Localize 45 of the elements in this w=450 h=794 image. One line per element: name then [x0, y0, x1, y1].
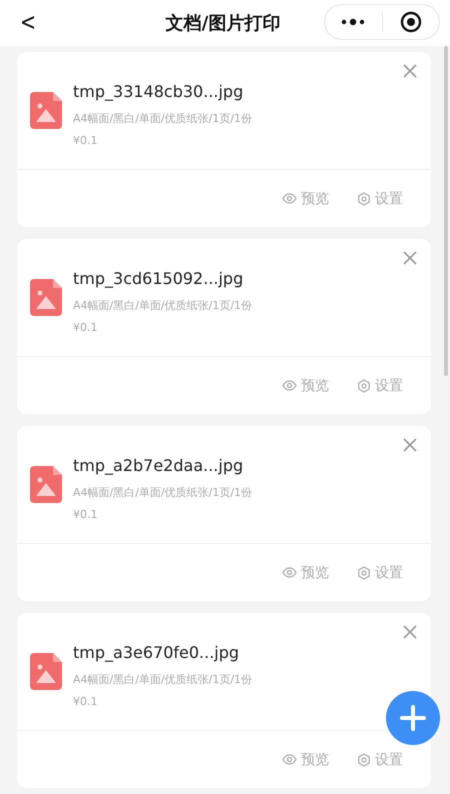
plus-icon [399, 704, 427, 732]
price: ¥0.1 [73, 508, 98, 521]
image-file-icon [30, 92, 62, 129]
image-file-icon [30, 279, 62, 316]
close-button[interactable] [401, 249, 419, 267]
print-settings-summary: A4幅面/黑白/单面/优质纸张/1页/1份 [73, 672, 252, 687]
file-name: tmp_a2b7e2daa...jpg [73, 456, 244, 475]
settings-icon [357, 752, 371, 766]
settings-button[interactable]: 设置 [357, 190, 403, 208]
back-button[interactable]: < [20, 8, 36, 36]
settings-button[interactable]: 设置 [357, 564, 403, 582]
preview-button[interactable]: 预览 [282, 564, 329, 582]
close-icon [401, 436, 419, 454]
file-name: tmp_33148cb30...jpg [73, 82, 244, 101]
preview-button[interactable]: 预览 [282, 376, 329, 394]
preview-button[interactable]: 预览 [282, 750, 329, 768]
print-settings-summary: A4幅面/黑白/单面/优质纸张/1页/1份 [73, 298, 252, 313]
page-title: 文档/图片打印 [166, 12, 280, 35]
more-icon [341, 18, 366, 26]
image-file-icon [30, 653, 62, 690]
settings-icon [357, 566, 371, 580]
eye-icon [282, 380, 297, 391]
close-icon [401, 62, 419, 80]
preview-button[interactable]: 预览 [282, 190, 329, 208]
settings-button[interactable]: 设置 [357, 750, 403, 768]
image-file-icon [30, 466, 62, 503]
eye-icon [282, 567, 297, 578]
close-icon [401, 249, 419, 267]
close-button[interactable] [401, 62, 419, 80]
close-icon [401, 623, 419, 641]
settings-icon [357, 378, 371, 392]
price: ¥0.1 [73, 321, 98, 334]
settings-icon [357, 192, 371, 206]
print-settings-summary: A4幅面/黑白/单面/优质纸张/1页/1份 [73, 485, 252, 500]
target-icon [400, 11, 422, 33]
settings-button[interactable]: 设置 [357, 376, 403, 394]
eye-icon [282, 754, 297, 765]
close-button[interactable] [401, 623, 419, 641]
price: ¥0.1 [73, 695, 98, 708]
close-button[interactable] [401, 436, 419, 454]
eye-icon [282, 193, 297, 204]
price: ¥0.1 [73, 134, 98, 147]
file-name: tmp_a3e670fe0...jpg [73, 643, 240, 662]
print-settings-summary: A4幅面/黑白/单面/优质纸张/1页/1份 [73, 111, 252, 126]
file-name: tmp_3cd615092...jpg [73, 269, 244, 288]
